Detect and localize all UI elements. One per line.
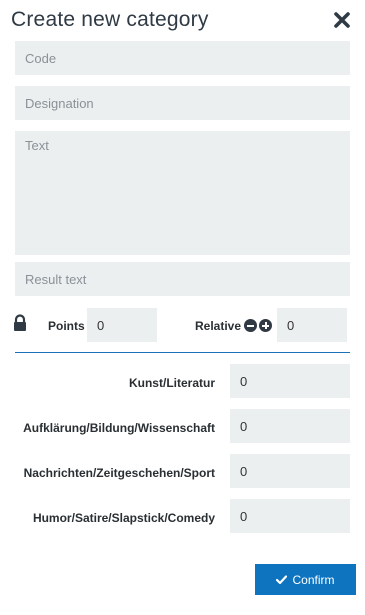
result-text-field[interactable] (15, 262, 350, 296)
points-label: Points (48, 319, 85, 333)
category-label-nachrichten: Nachrichten/Zeitgeschehen/Sport (23, 466, 215, 480)
category-label-humor: Humor/Satire/Slapstick/Comedy (32, 511, 215, 525)
category-input-bildung[interactable] (230, 409, 350, 443)
code-field[interactable] (15, 41, 350, 75)
text-field[interactable] (15, 131, 350, 255)
category-input-nachrichten[interactable] (230, 454, 350, 488)
designation-field[interactable] (15, 86, 350, 120)
plus-circle-icon[interactable] (259, 319, 272, 332)
category-label-kunst: Kunst/Literatur (128, 376, 215, 390)
category-input-humor[interactable] (230, 499, 350, 533)
points-input[interactable] (87, 308, 157, 342)
lock-icon[interactable] (12, 314, 28, 332)
confirm-button[interactable]: Confirm (255, 564, 356, 595)
section-divider (15, 352, 350, 353)
category-input-kunst[interactable] (230, 364, 350, 398)
dialog-title: Create new category (11, 8, 209, 31)
minus-circle-icon[interactable] (244, 319, 257, 332)
confirm-label: Confirm (292, 572, 335, 587)
relative-label: Relative (195, 319, 242, 333)
close-icon[interactable] (332, 10, 352, 30)
dialog-header: Create new category (0, 0, 365, 40)
check-icon (276, 574, 288, 584)
relative-input[interactable] (277, 308, 347, 342)
category-label-bildung: Aufklärung/Bildung/Wissenschaft (23, 421, 215, 435)
